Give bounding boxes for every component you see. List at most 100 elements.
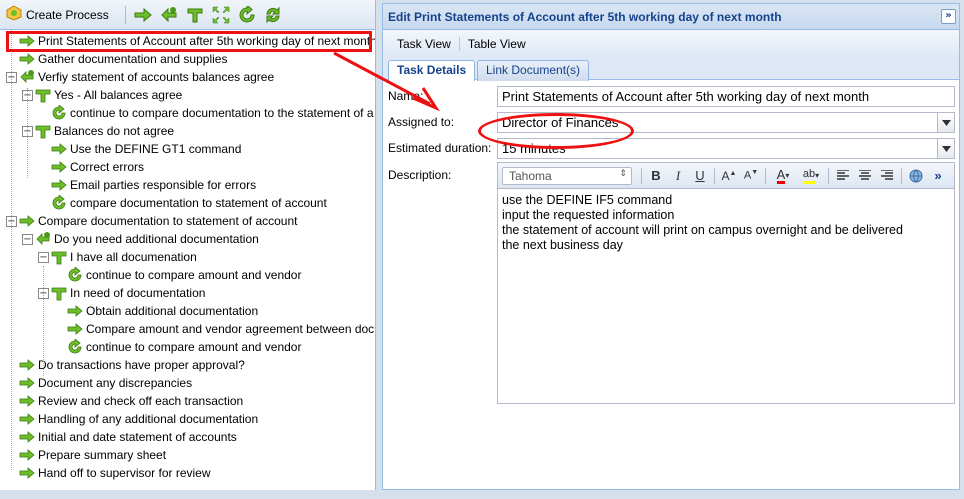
tree-item-label: Review and check off each transaction <box>38 394 244 408</box>
task-arrow-icon <box>19 213 35 229</box>
tree-item[interactable]: − I have all documenation <box>38 248 197 266</box>
tree-item-label: Email parties responsible for errors <box>70 178 257 192</box>
tree-item[interactable]: Initial and date statement of accounts <box>19 428 237 446</box>
duration-value: 15 minutes <box>502 141 566 156</box>
description-text-area[interactable]: use the DEFINE IF5 command input the req… <box>498 189 954 257</box>
name-field[interactable]: Print Statements of Account after 5th wo… <box>497 86 955 107</box>
more-tools-button[interactable]: » <box>927 166 949 186</box>
tree-item[interactable]: Gather documentation and supplies <box>19 50 227 68</box>
tree-item[interactable]: Handling of any additional documentation <box>19 410 258 428</box>
create-process-label: Create Process <box>26 7 109 22</box>
refresh-button[interactable] <box>262 4 284 26</box>
tree-item[interactable]: Document any discrepancies <box>19 374 192 392</box>
expand-all-button[interactable] <box>210 4 232 26</box>
underline-button[interactable]: U <box>689 166 711 186</box>
assigned-dropdown-trigger[interactable] <box>937 113 954 132</box>
tree-item[interactable]: Correct errors <box>51 158 144 176</box>
refresh-icon <box>266 6 280 23</box>
increase-font-button[interactable]: A▲ <box>718 166 740 186</box>
tree-item[interactable]: − Compare documentation to statement of a… <box>6 212 297 230</box>
tree-item[interactable]: continue to compare amount and vendor <box>67 338 301 356</box>
tree-item[interactable]: continue to compare documentation to the… <box>51 104 374 122</box>
collapse-panel-button[interactable]: » <box>941 9 956 24</box>
add-task-button[interactable] <box>132 4 154 26</box>
tree-item[interactable]: continue to compare amount and vendor <box>67 266 301 284</box>
tree-toolbar: Create Process <box>0 0 375 30</box>
add-decision-button[interactable] <box>158 4 180 26</box>
italic-button[interactable]: I <box>667 166 689 186</box>
tree-item-label: continue to compare documentation to the… <box>70 106 374 120</box>
tree-item-label: Hand off to supervisor for review <box>38 466 211 480</box>
continue-button[interactable] <box>236 4 258 26</box>
description-line: the next business day <box>502 238 623 252</box>
task-arrow-icon <box>19 447 35 463</box>
tree-item-label: continue to compare amount and vendor <box>86 340 302 354</box>
align-right-button[interactable] <box>876 166 898 186</box>
tree-item[interactable]: Obtain additional documentation <box>67 302 258 320</box>
decrease-font-button[interactable]: A▼ <box>740 166 762 186</box>
tree-item[interactable]: Hand off to supervisor for review <box>19 464 211 482</box>
tree-item-label: Correct errors <box>70 160 145 174</box>
font-color-button[interactable]: A ▾ <box>769 166 797 186</box>
assigned-to-value: Director of Finances <box>502 115 619 130</box>
tree-item[interactable]: − In need of documentation <box>38 284 205 302</box>
tree-expander[interactable]: − <box>38 251 49 263</box>
tree-item[interactable]: − Balances do not agree <box>22 122 174 140</box>
task-arrow-icon <box>51 177 67 193</box>
tree-item-label: continue to compare amount and vendor <box>86 268 302 282</box>
add-branch-button[interactable] <box>184 4 206 26</box>
tree-item[interactable]: Print Statements of Account after 5th wo… <box>19 32 375 50</box>
tree-item[interactable]: Use the DEFINE GT1 command <box>51 140 241 158</box>
tree-item[interactable]: − Verfiy statement of accounts balances a… <box>6 68 274 86</box>
tree-item-label: Verfiy statement of accounts balances ag… <box>38 70 275 84</box>
align-left-button[interactable] <box>832 166 854 186</box>
tree-expander[interactable]: − <box>22 233 33 245</box>
duration-combo[interactable]: 15 minutes <box>497 138 955 159</box>
task-view-button[interactable]: Task View <box>391 37 457 51</box>
continue-icon <box>67 267 83 283</box>
highlight-color-button[interactable]: ab ▾ <box>797 166 825 186</box>
tree-item[interactable]: Do transactions have proper approval? <box>19 356 245 374</box>
add-task-icon <box>134 7 152 22</box>
continue-icon <box>67 339 83 355</box>
table-view-button[interactable]: Table View <box>462 37 532 51</box>
tree-item-label: Do you need additional documentation <box>54 232 259 246</box>
process-tree-panel: Create Process Print Statements of Accou… <box>0 0 376 490</box>
tree-item[interactable]: − Yes - All balances agree <box>22 86 182 104</box>
toolbar-divider <box>124 5 126 24</box>
bold-button[interactable]: B <box>645 166 667 186</box>
task-arrow-icon <box>67 303 83 319</box>
tree-guide-line <box>27 88 28 178</box>
continue-icon <box>51 105 67 121</box>
create-process-button[interactable]: Create Process <box>6 5 109 24</box>
tab-task-details[interactable]: Task Details <box>388 60 476 81</box>
font-family-value: Tahoma <box>509 168 552 183</box>
chevron-down-icon <box>941 145 951 152</box>
tree-item-label: I have all documenation <box>70 250 197 264</box>
panel-header: Edit Print Statements of Account after 5… <box>383 4 959 30</box>
tree-item[interactable]: Review and check off each transaction <box>19 392 243 410</box>
tree-item-label: Balances do not agree <box>54 124 175 138</box>
assigned-to-combo[interactable]: Director of Finances <box>497 112 955 133</box>
editor-divider <box>641 167 642 184</box>
task-arrow-icon <box>19 393 35 409</box>
editor-divider <box>901 167 902 184</box>
insert-link-button[interactable] <box>905 166 927 186</box>
branch-icon <box>51 285 67 301</box>
decision-icon <box>19 69 35 85</box>
tab-link-documents[interactable]: Link Document(s) <box>477 60 590 81</box>
editor-toolbar: Tahoma ⇕ B I U A▲ A▼ A ▾ ab ▾ » <box>498 163 954 189</box>
tree-item[interactable]: compare documentation to statement of ac… <box>51 194 327 212</box>
detail-tabs: Task Details Link Document(s) <box>383 57 959 81</box>
editor-divider <box>828 167 829 184</box>
font-family-select[interactable]: Tahoma ⇕ <box>502 166 632 185</box>
globe-icon <box>909 169 923 182</box>
align-center-button[interactable] <box>854 166 876 186</box>
task-arrow-icon <box>19 465 35 481</box>
tree-guide-line <box>11 30 12 470</box>
tree-item[interactable]: Prepare summary sheet <box>19 446 166 464</box>
tree-item[interactable]: − Do you need additional documentation <box>22 230 259 248</box>
tree-item[interactable]: Email parties responsible for errors <box>51 176 256 194</box>
duration-dropdown-trigger[interactable] <box>937 139 954 158</box>
tree-item[interactable]: Compare amount and vendor agreement betw… <box>67 320 374 338</box>
